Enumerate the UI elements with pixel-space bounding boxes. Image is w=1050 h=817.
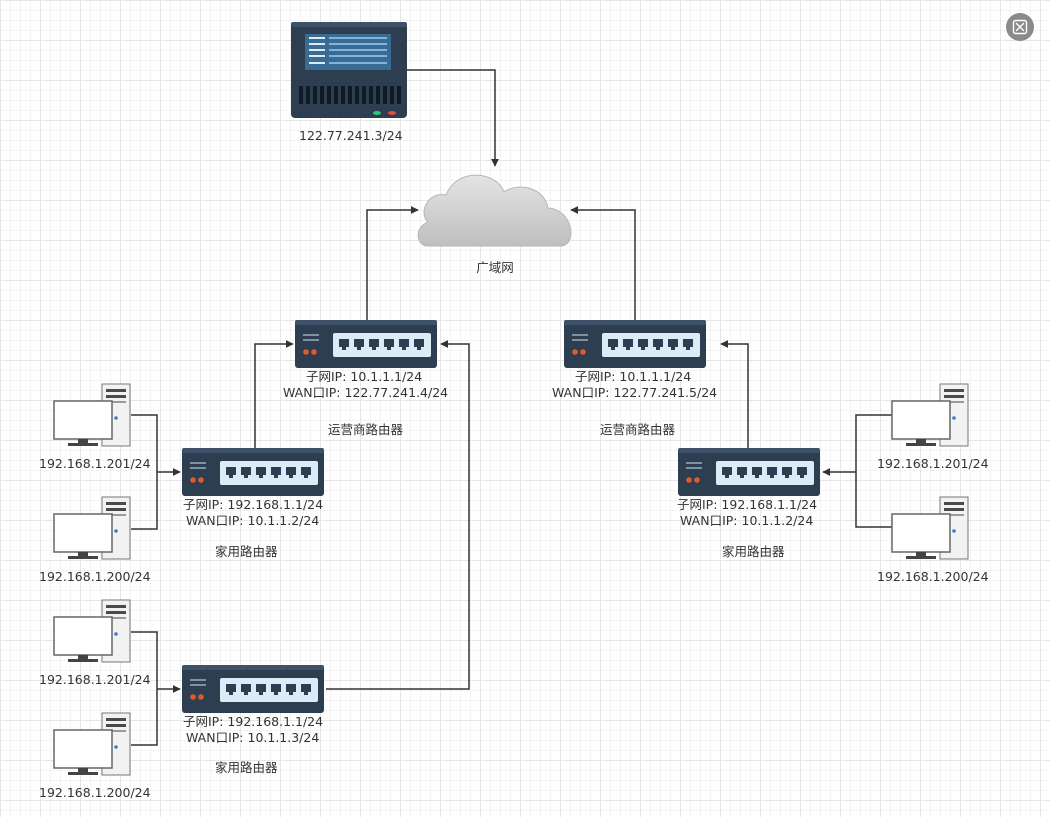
pc-b2-ip: 192.168.1.200/24 — [39, 785, 151, 800]
edge-pc-a2 — [131, 472, 158, 530]
pc-b2-icon[interactable] — [53, 712, 131, 776]
isp-left-subnet: 子网IP: 10.1.1.1/24 — [306, 369, 422, 384]
pc-c2-ip: 192.168.1.200/24 — [877, 569, 989, 584]
server-ip-label: 122.77.241.3/24 — [299, 128, 403, 143]
cloud-label: 广域网 — [476, 260, 514, 275]
home-router-c[interactable] — [678, 448, 820, 496]
isp-right-subnet: 子网IP: 10.1.1.1/24 — [575, 369, 691, 384]
pc-a2-ip: 192.168.1.200/24 — [39, 569, 151, 584]
home-c-subnet: 子网IP: 192.168.1.1/24 — [677, 497, 817, 512]
cloud-icon[interactable] — [417, 174, 572, 247]
pc-a2-icon[interactable] — [53, 496, 131, 560]
home-c-wan: WAN口IP: 10.1.1.2/24 — [680, 513, 813, 528]
isp-left-label: 运营商路由器 — [328, 422, 404, 437]
isp-right-wan: WAN口IP: 122.77.241.5/24 — [552, 385, 717, 400]
connections — [131, 69, 892, 746]
edge-isp-right-cloud — [570, 206, 636, 320]
pc-a1-icon[interactable] — [53, 383, 131, 447]
pc-a1-ip: 192.168.1.201/24 — [39, 456, 151, 471]
network-diagram: 122.77.241.3/24 广域网 子网IP: 10.1.1.1/24 WA… — [39, 22, 989, 800]
home-router-a[interactable] — [182, 448, 324, 496]
pc-c1-ip: 192.168.1.201/24 — [877, 456, 989, 471]
edge-server-cloud — [407, 69, 499, 167]
server-icon[interactable] — [291, 22, 407, 118]
collapse-icon — [1012, 19, 1028, 35]
home-c-label: 家用路由器 — [722, 544, 785, 559]
edge-isp-left-cloud — [366, 206, 419, 320]
pc-c1-icon[interactable] — [891, 383, 969, 447]
home-b-label: 家用路由器 — [215, 760, 278, 775]
isp-router-left[interactable] — [295, 320, 437, 368]
reset-view-button[interactable] — [1006, 13, 1034, 41]
home-a-subnet: 子网IP: 192.168.1.1/24 — [183, 497, 323, 512]
home-a-wan: WAN口IP: 10.1.1.2/24 — [186, 513, 319, 528]
edge-pc-b2 — [131, 689, 158, 746]
isp-router-right[interactable] — [564, 320, 706, 368]
home-router-b[interactable] — [182, 665, 324, 713]
edge-home-c-isp-right — [720, 340, 749, 448]
isp-right-label: 运营商路由器 — [600, 422, 676, 437]
pc-c2-icon[interactable] — [891, 496, 969, 560]
isp-left-wan: WAN口IP: 122.77.241.4/24 — [283, 385, 448, 400]
home-b-wan: WAN口IP: 10.1.1.3/24 — [186, 730, 319, 745]
pc-b1-icon[interactable] — [53, 599, 131, 663]
home-b-subnet: 子网IP: 192.168.1.1/24 — [183, 714, 323, 729]
pc-b1-ip: 192.168.1.201/24 — [39, 672, 151, 687]
home-a-label: 家用路由器 — [215, 544, 278, 559]
edge-pc-c2 — [855, 472, 892, 528]
